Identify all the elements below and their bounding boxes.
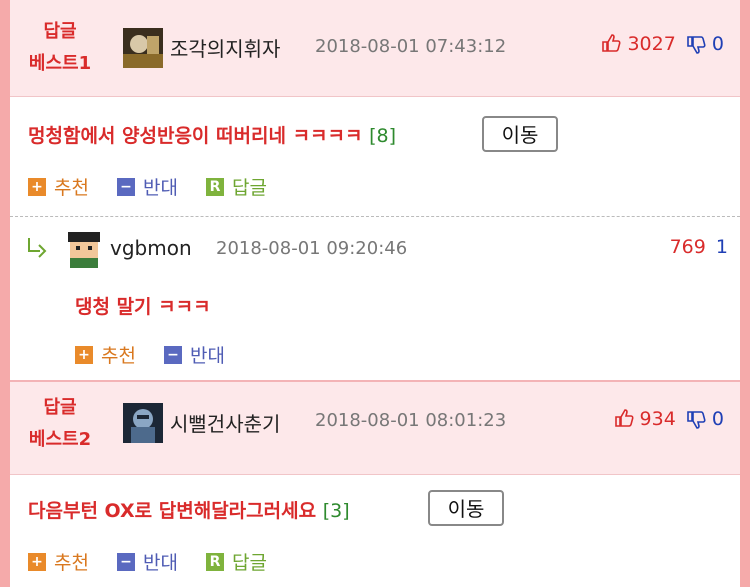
minus-icon: − (117, 177, 136, 196)
best-label-line2: 베스트2 (28, 429, 92, 450)
reply-avatar-image (64, 228, 104, 268)
reply-oppose-button[interactable]: − 반대 (164, 341, 225, 368)
vote-counts: 934 0 (614, 408, 724, 430)
reply-label: 답글 (232, 552, 267, 574)
downvote-count: 0 (711, 33, 724, 55)
best-label: 답글 베스트1 (24, 16, 96, 80)
best-comment-header-2: 답글 베스트2 시뻘건사춘기 2018-08-01 08:01:23 934 0 (10, 380, 740, 475)
thumbs-up-icon (602, 34, 621, 52)
comment-actions: + 추천 − 반대 R 답글 (28, 173, 289, 200)
reply-author[interactable]: vgbmon (110, 236, 192, 260)
oppose-label: 반대 (143, 552, 178, 574)
comment-text: 멍청함에서 양성반응이 떠버리네 ㅋㅋㅋㅋ (28, 125, 363, 147)
best-label-line2: 베스트1 (28, 53, 92, 74)
thumbs-down-icon (687, 411, 706, 429)
avatar[interactable] (123, 28, 163, 68)
divider (10, 216, 740, 217)
best-label: 답글 베스트2 (24, 392, 96, 456)
post-date: 2018-08-01 08:01:23 (315, 410, 507, 431)
reply-icon: R (206, 552, 225, 571)
avatar-image (123, 403, 163, 443)
upvote-count: 3027 (627, 33, 676, 55)
plus-icon: + (28, 552, 46, 571)
move-button[interactable]: 이동 (428, 490, 504, 526)
avatar-image (123, 28, 163, 68)
reply-avatar[interactable] (64, 228, 104, 268)
reply-count: [3] (322, 500, 350, 522)
upvote-count: 934 (639, 408, 676, 430)
reply-button[interactable]: R 답글 (206, 173, 267, 200)
reply-arrow-icon (28, 238, 47, 258)
thumbs-down-icon (687, 36, 706, 54)
reply-button[interactable]: R 답글 (206, 548, 267, 575)
vote-counts: 3027 0 (601, 33, 724, 55)
downvote-count: 0 (711, 408, 724, 430)
comment-actions: + 추천 − 반대 R 답글 (28, 548, 289, 575)
reply-icon: R (206, 177, 225, 196)
reply-text: 댕청 말기 ㅋㅋㅋ (75, 296, 211, 318)
recommend-button[interactable]: + 추천 (28, 548, 89, 575)
reply-count: [8] (369, 125, 397, 147)
reply-date: 2018-08-01 09:20:46 (216, 238, 408, 259)
thumbs-up-icon (614, 409, 634, 427)
best-label-line1: 답글 (43, 21, 77, 42)
reply-vote-counts: 769 1 (670, 236, 728, 258)
oppose-button[interactable]: − 반대 (117, 548, 178, 575)
minus-icon: − (117, 552, 136, 571)
reply-recommend-button[interactable]: + 추천 (75, 341, 136, 368)
recommend-button[interactable]: + 추천 (28, 173, 89, 200)
comment-title[interactable]: 다음부턴 OX로 답변해달라그러세요 [3] (28, 496, 350, 523)
comment-list: 답글 베스트1 조각의지휘자 2018-08-01 07:43:12 3027 … (10, 0, 740, 587)
comment-text: 다음부턴 OX로 답변해달라그러세요 (28, 500, 317, 522)
recommend-label: 추천 (54, 552, 89, 574)
oppose-button[interactable]: − 반대 (117, 173, 178, 200)
author-name[interactable]: 시뻘건사춘기 (170, 408, 280, 437)
best-label-line1: 답글 (43, 397, 77, 418)
plus-icon: + (75, 345, 93, 364)
plus-icon: + (28, 177, 46, 196)
avatar[interactable] (123, 403, 163, 443)
recommend-label: 추천 (54, 177, 89, 199)
recommend-label: 추천 (101, 345, 136, 367)
best-comment-header-1: 답글 베스트1 조각의지휘자 2018-08-01 07:43:12 3027 … (10, 0, 740, 97)
author-name[interactable]: 조각의지휘자 (170, 33, 280, 62)
minus-icon: − (164, 345, 183, 364)
reply-downvote-count: 1 (715, 236, 728, 258)
reply-actions: + 추천 − 반대 (75, 341, 247, 368)
oppose-label: 반대 (190, 345, 225, 367)
comment-title[interactable]: 멍청함에서 양성반응이 떠버리네 ㅋㅋㅋㅋ [8] (28, 121, 396, 148)
reply-upvote-count: 769 (669, 236, 706, 258)
reply-label: 답글 (232, 177, 267, 199)
post-date: 2018-08-01 07:43:12 (315, 36, 507, 57)
oppose-label: 반대 (143, 177, 178, 199)
move-button[interactable]: 이동 (482, 116, 558, 152)
